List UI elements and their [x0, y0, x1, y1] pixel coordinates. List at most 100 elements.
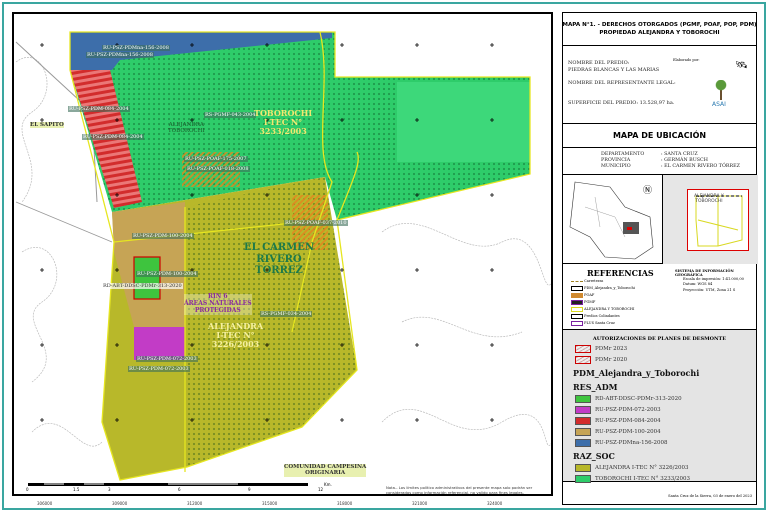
superficie: SUPERFICIE DEL PREDIO: 13.528,97 ha.	[568, 100, 675, 106]
info-panel: MAPA N°1. - DERECHOS OTORGADOS (PGMF, PO…	[562, 12, 758, 505]
scale-unit: Km.	[324, 482, 332, 487]
legend-pdmr-2023: PDMr 2023	[575, 345, 756, 353]
inset-frame: ALEJANDRA Y TOBOROCHI	[687, 189, 749, 251]
date-place: Santa Cruz de la Sierra, 03 de enero del…	[668, 494, 752, 498]
label-pdm084-2: RU-PSZ-PDM-084-2004	[82, 134, 144, 140]
legend-label: TOBOROCHI I-TEC N° 3233/2003	[595, 476, 691, 482]
inset-label: ALEJANDRA Y TOBOROCHI	[694, 194, 724, 204]
mun-label: MUNICIPIO	[601, 164, 631, 169]
legend-label: ALEJANDRA I-TEC N° 3226/2003	[595, 465, 689, 471]
x-tick: 306000	[37, 501, 53, 506]
map-area[interactable]: RU-PSZ-PDMna-156-2008 RU-PSZ-PDMna-156-2…	[12, 12, 553, 496]
label-pdm100-1: RU-PSZ-PDM-100-2004	[132, 233, 194, 239]
references-list: Carreteras PDM_Alejandra_y_Toborochi POA…	[571, 278, 635, 327]
scale-tick: 1.5	[73, 487, 80, 492]
label-pgmf-034: RS-PGMF-034-2004	[260, 311, 313, 317]
legend-swatch	[575, 475, 591, 483]
legend-swatch	[575, 395, 591, 403]
scale-tick: 3	[108, 487, 111, 492]
label-pdm100-2: RU-PSZ-PDM-100-2004	[136, 271, 198, 277]
north-arrow-icon: Ⓝ	[643, 186, 653, 196]
legend-pdm-title: PDM_Alejandra_y_Toborochi	[573, 368, 700, 378]
label-poaf-018: RU-PSZ-POAF-018-2008	[186, 166, 250, 172]
dept-value: : SANTA CRUZ	[661, 152, 698, 157]
legend-res-title: RES_ADM	[573, 382, 618, 392]
legend-label: RU-PSZ-PDMna-156-2008	[595, 440, 668, 446]
scale-tick: 12	[318, 487, 324, 492]
label-pdm084-1: RU-PSZ-PDM-084-2004	[68, 106, 130, 112]
rep-label: NOMBRE DEL REPRESENTANTE LEGAL:	[568, 80, 676, 86]
mun-value: : EL CARMEN RIVERO TÓRREZ	[661, 164, 740, 169]
legend-label: RU-PSZ-PDM-100-2004	[595, 429, 661, 435]
x-tick: 321000	[412, 501, 428, 506]
legend-swatch	[575, 439, 591, 447]
satellite-icon: 🛰	[735, 60, 748, 71]
legend-item: ALEJANDRA I-TEC N° 3226/2003	[575, 464, 756, 472]
pdmr-313-polygon	[133, 256, 161, 300]
legend-swatch	[575, 406, 591, 414]
legend-item: RU-PSZ-PDM-084-2004	[575, 417, 756, 425]
asai-logo-tree-icon	[715, 80, 727, 100]
label-comunidad: COMUNIDAD CAMPESINA ORIGINARIA	[284, 464, 367, 477]
legend-item: RU-PSZ-PDM-100-2004	[575, 428, 756, 436]
legend-item: RU-PSZ-PDMna-156-2008	[575, 439, 756, 447]
legend-item: RU-PSZ-PDM-072-2003	[575, 406, 756, 414]
asai-logo: ASAI	[712, 101, 726, 108]
scale-bar	[28, 483, 308, 486]
dept-label: DEPARTAMENTO	[601, 152, 645, 157]
elaborado-por: Elaborado por:	[673, 58, 700, 62]
sig-proyeccion: Proyección: UTM, Zona 21 S	[683, 288, 736, 292]
label-poaf-037: RU-PSZ-POAF-037-2010	[284, 220, 348, 226]
label-pdm072-1: RU-PSZ-PDM-072-2003	[136, 356, 198, 362]
x-tick: 312000	[187, 501, 203, 506]
legend-swatch	[575, 464, 591, 472]
ubicacion-title: MAPA DE UBICACIÓN	[563, 124, 756, 148]
references-title: REFERENCIAS	[587, 268, 654, 278]
scale-tick: 6	[178, 487, 181, 492]
legend-label: RU-PSZ-PDM-084-2004	[595, 418, 661, 424]
sig-title: SISTEMA DE INFORMACIÓN GEOGRÁFICA	[675, 269, 734, 277]
references: REFERENCIAS Carreteras PDM_Alejandra_y_T…	[563, 264, 756, 330]
map-note: Nota.- Los límites político administrati…	[386, 485, 533, 495]
predio-value: PIEDRAS BLANCAS Y LAS MARIAS	[568, 67, 660, 73]
ref-item: Carreteras	[571, 278, 635, 285]
legend-label: RU-PSZ-PDM-072-2003	[595, 407, 661, 413]
label-rin-6: RIN 6 ÁREAS NATURALES PROTEGIDAS	[184, 293, 252, 315]
label-pdmna-1: RU-PSZ-PDMna-156-2008	[102, 45, 170, 51]
scale-tick: 9	[248, 487, 251, 492]
label-el-carmen: EL CARMEN RIVERO TORREZ	[244, 242, 314, 276]
ref-item: ALEJANDRA Y TOBOROCHI	[571, 306, 635, 313]
predio-info: NOMBRE DEL PREDIO: PIEDRAS BLANCAS Y LAS…	[563, 46, 756, 124]
label-el-sapito: EL SAPITO	[30, 122, 64, 129]
inset-map: ALEJANDRA Y TOBOROCHI	[662, 175, 758, 264]
admin-info: DEPARTAMENTO : SANTA CRUZ PROVINCIA : GERM…	[563, 148, 756, 175]
x-tick: 318000	[337, 501, 353, 506]
label-toborochi: TOBOROCHI I-TEC N° 3233/2003	[254, 108, 313, 137]
label-pgmf-043: RS-PGMF-043-2004	[204, 112, 257, 118]
x-axis: 306000 309000 312000 315000 318000 32100…	[12, 498, 553, 508]
ref-item: POAF	[571, 292, 635, 299]
prov-value: : GERMÁN BUSCH	[661, 158, 708, 163]
x-tick: 315000	[262, 501, 278, 506]
label-pdmna-2: RU-PSZ-PDMna-156-2008	[86, 52, 154, 58]
ref-item: Predios Colindantes	[571, 313, 635, 320]
label-alejandra: ALEJANDRA I-TEC N° 3226/2003	[208, 321, 264, 350]
legend-pdmr-2020: PDMr 2020	[575, 356, 756, 364]
location-maps: Ⓝ ALEJANDRA Y TOBOROCHI	[563, 175, 758, 264]
legend-swatch	[575, 417, 591, 425]
x-tick: 309000	[112, 501, 128, 506]
ref-item: PDM_Alejandra_y_Toborochi	[571, 285, 635, 292]
label-pdmr-313: RD-ABT-DDSC-PDMr-313-2020	[102, 283, 183, 289]
legend-aut-title: AUTORIZACIONES DE PLANES DE DESMONTE	[592, 336, 727, 342]
legend: AUTORIZACIONES DE PLANES DE DESMONTE PDM…	[563, 330, 756, 483]
legend-raz-title: RAZ_SOC	[573, 451, 615, 461]
legend-label: RD-ABT-DDSC-PDMr-313-2020	[595, 396, 682, 402]
ref-item: PLUS Santa Cruz	[571, 320, 635, 327]
map-title: MAPA N°1. - DERECHOS OTORGADOS (PGMF, PO…	[562, 13, 757, 46]
scale-labels: 0 1.5 3 6 9 12 Km.	[26, 482, 332, 493]
prov-label: PROVINCIA	[601, 158, 631, 163]
label-alejandra-toborochi: ALEJANDRA TOBOROCHI	[168, 122, 205, 135]
sig-datum: Datum: WGS 84	[683, 282, 713, 286]
sig-escala: Escala de impresión: 1:41.000,00	[683, 277, 744, 281]
legend-item: RD-ABT-DDSC-PDMr-313-2020	[575, 395, 756, 403]
